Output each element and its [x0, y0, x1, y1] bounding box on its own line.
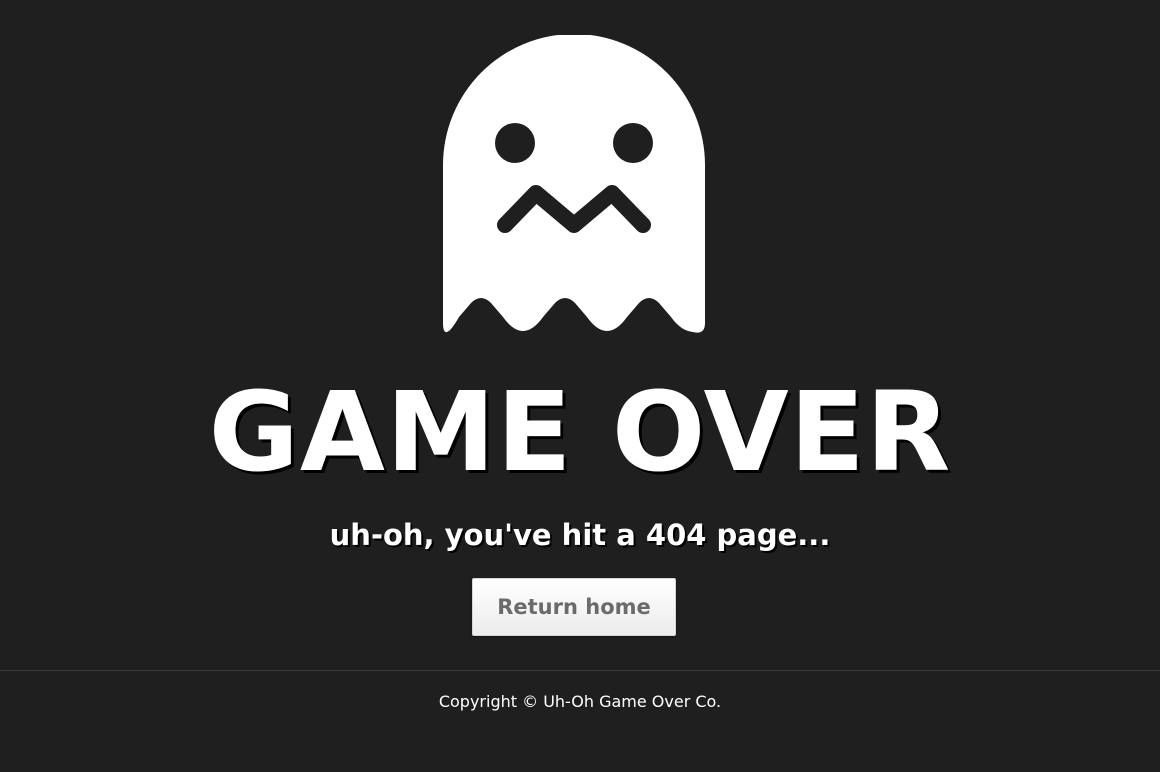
- footer-divider: [0, 670, 1160, 671]
- error-message: uh-oh, you've hit a 404 page...: [329, 518, 831, 552]
- page-title: GAME OVER: [208, 368, 952, 496]
- error-page: GAME OVER uh-oh, you've hit a 404 page..…: [0, 0, 1160, 772]
- ghost-icon: [443, 35, 705, 335]
- footer-copyright: Copyright © Uh-Oh Game Over Co.: [438, 692, 722, 711]
- return-home-button[interactable]: Return home: [472, 578, 676, 636]
